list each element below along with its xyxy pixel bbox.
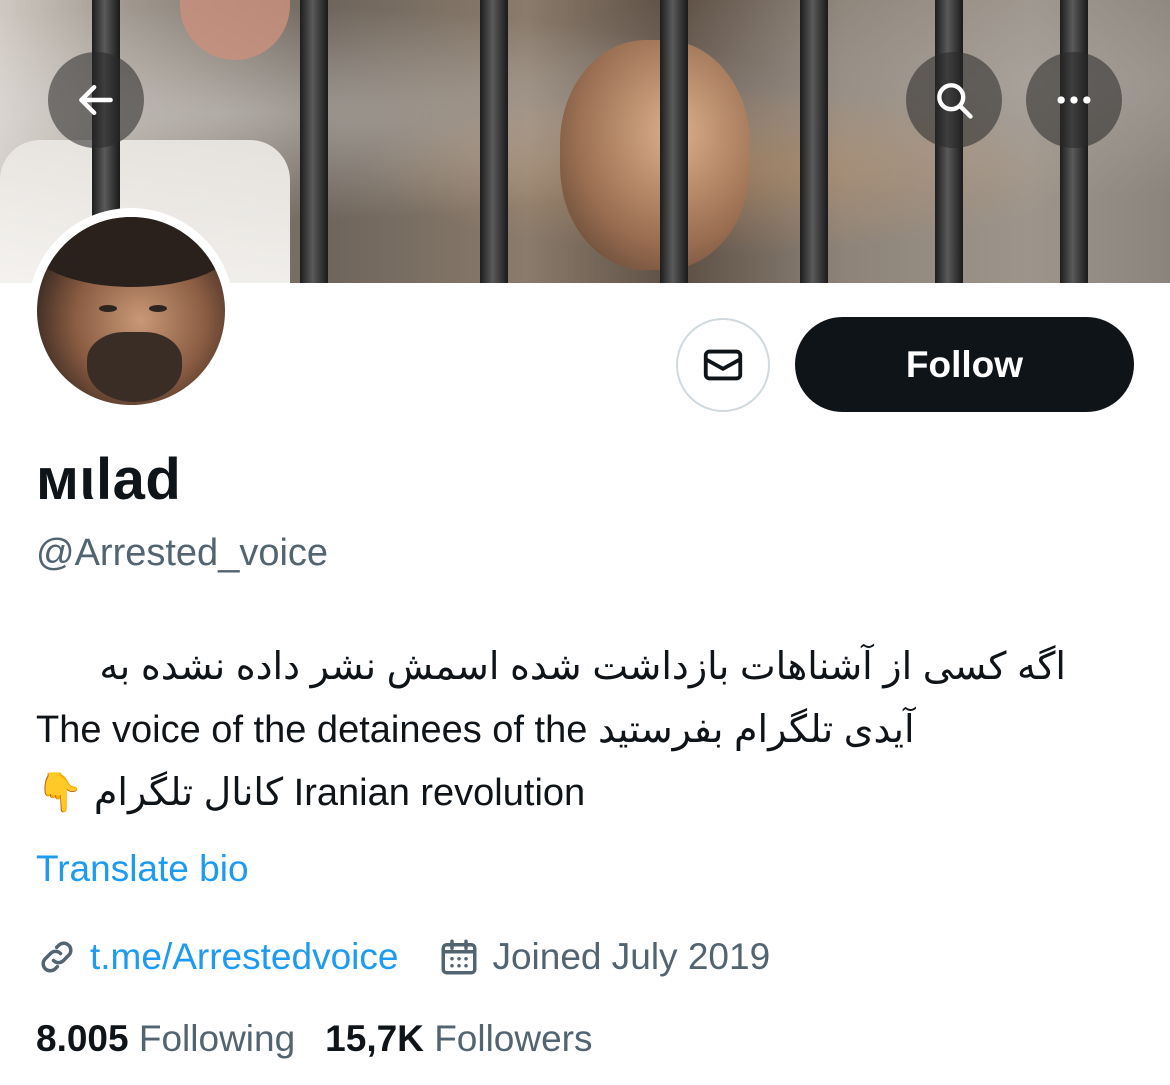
search-button[interactable]	[906, 52, 1002, 148]
translate-bio-link[interactable]: Translate bio	[36, 848, 249, 890]
joined-item: Joined July 2019	[438, 936, 770, 978]
avatar-eye	[149, 305, 167, 312]
message-button[interactable]	[676, 318, 770, 412]
pointing-down-emoji: 👇	[36, 772, 84, 814]
avatar-hair	[37, 217, 225, 287]
follow-button[interactable]: Follow	[795, 317, 1134, 412]
bio-text: اگه کسی از آشناهات بازداشت شده اسمش نشر …	[99, 646, 1066, 688]
more-button[interactable]	[1026, 52, 1122, 148]
banner-bar	[300, 0, 328, 283]
joined-date: Joined July 2019	[492, 936, 771, 977]
bio-text: آیدی تلگرام بفرستید	[597, 709, 915, 751]
avatar[interactable]	[28, 208, 234, 414]
calendar-icon	[441, 939, 477, 975]
arrow-left-icon	[79, 84, 113, 116]
followers-count: 15,7K	[325, 1018, 424, 1059]
banner-face-center	[560, 40, 750, 270]
bio-text: Iranian revolution	[293, 772, 586, 814]
bio-line: اگه کسی از آشناهات بازداشت شده اسمش نشر …	[36, 636, 1066, 699]
followers-stat[interactable]: 15,7K Followers	[325, 1018, 592, 1060]
banner-bar	[480, 0, 508, 283]
envelope-icon	[703, 349, 743, 381]
back-button[interactable]	[48, 52, 144, 148]
avatar-beard	[87, 332, 182, 402]
more-dots-icon	[1057, 96, 1091, 104]
profile-meta: t.me/Arrestedvoice Joined July 2019	[36, 933, 810, 981]
website-item[interactable]: t.me/Arrestedvoice	[36, 936, 398, 978]
bio-line: The voice of the detainees of the آیدی ت…	[36, 699, 1136, 762]
bio-text: The voice of the detainees of the	[36, 709, 588, 751]
website-link[interactable]: t.me/Arrestedvoice	[90, 936, 398, 978]
following-label: Following	[138, 1018, 296, 1059]
user-handle: @Arrested_voice	[36, 532, 329, 574]
avatar-eye	[99, 305, 117, 312]
follow-stats: 8.005 Following 15,7K Followers	[36, 1018, 623, 1060]
profile-bio: اگه کسی از آشناهات بازداشت شده اسمش نشر …	[36, 636, 1136, 825]
avatar-image	[37, 217, 225, 405]
bio-text: کانال تلگرام	[93, 772, 284, 814]
following-count: 8.005	[36, 1018, 129, 1059]
link-icon	[41, 941, 73, 973]
followers-label: Followers	[434, 1018, 593, 1059]
following-stat[interactable]: 8.005 Following	[36, 1018, 295, 1060]
bio-line: 👇 کانال تلگرام Iranian revolution	[36, 762, 1136, 825]
display-name: ᴍιlad	[36, 447, 182, 512]
search-icon	[937, 83, 973, 119]
banner-bar	[800, 0, 828, 283]
banner-bar	[660, 0, 688, 283]
